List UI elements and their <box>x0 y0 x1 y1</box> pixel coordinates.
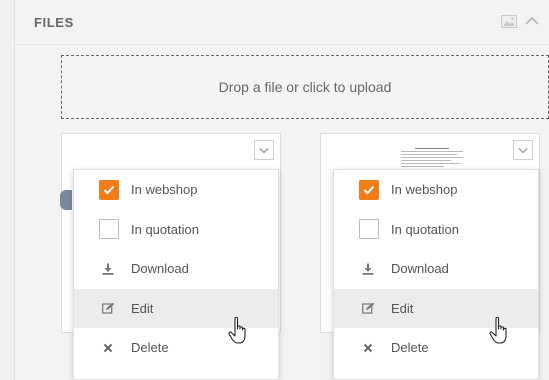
file-actions-menu: In webshop In quotation Download Edit De… <box>73 169 279 380</box>
menu-item-download[interactable]: Download <box>74 249 278 289</box>
menu-item-label: Download <box>391 261 449 277</box>
checkbox-checked[interactable] <box>359 179 379 200</box>
menu-item-label: In quotation <box>391 221 459 237</box>
menu-item-edit[interactable]: Edit <box>334 288 538 328</box>
menu-item-label: In webshop <box>131 182 198 198</box>
file-actions-menu: In webshop In quotation Download Edit De… <box>333 169 539 380</box>
download-icon <box>362 263 374 275</box>
menu-item-label: Edit <box>391 300 414 316</box>
menu-item-download[interactable]: Download <box>334 249 538 289</box>
menu-item-in-quotation[interactable]: In quotation <box>334 210 538 250</box>
chevron-down-icon <box>259 147 269 153</box>
menu-item-edit[interactable]: Edit <box>74 288 278 328</box>
file-menu-toggle[interactable] <box>254 140 274 160</box>
menu-item-in-quotation[interactable]: In quotation <box>74 210 278 250</box>
checkbox-checked[interactable] <box>99 179 119 200</box>
menu-item-delete[interactable]: Delete <box>334 328 538 368</box>
dropzone-label: Drop a file or click to upload <box>218 79 392 95</box>
menu-item-label: Edit <box>131 300 154 316</box>
close-icon <box>103 343 113 352</box>
chevron-up-icon[interactable] <box>525 15 539 27</box>
menu-item-label: Delete <box>391 340 429 356</box>
menu-item-label: Delete <box>131 340 169 356</box>
edit-icon <box>101 302 114 314</box>
menu-item-delete[interactable]: Delete <box>74 328 278 368</box>
file-menu-toggle[interactable] <box>513 140 533 160</box>
files-header: FILES <box>15 0 549 45</box>
menu-item-label: Download <box>131 261 189 277</box>
checkbox-unchecked[interactable] <box>359 219 379 240</box>
check-icon <box>363 185 375 195</box>
menu-item-in-webshop[interactable]: In webshop <box>74 170 278 210</box>
file-thumbnail <box>60 190 72 210</box>
close-icon <box>363 343 373 352</box>
menu-item-in-webshop[interactable]: In webshop <box>334 170 538 210</box>
download-icon <box>102 263 114 275</box>
chevron-down-icon <box>518 147 528 153</box>
menu-item-label: In quotation <box>131 221 199 237</box>
menu-item-label: In webshop <box>391 182 458 198</box>
upload-dropzone[interactable]: Drop a file or click to upload <box>61 55 549 119</box>
section-title: FILES <box>34 15 74 30</box>
check-icon <box>103 185 115 195</box>
edit-icon <box>361 302 374 314</box>
image-icon[interactable] <box>501 15 517 28</box>
checkbox-unchecked[interactable] <box>99 219 119 240</box>
